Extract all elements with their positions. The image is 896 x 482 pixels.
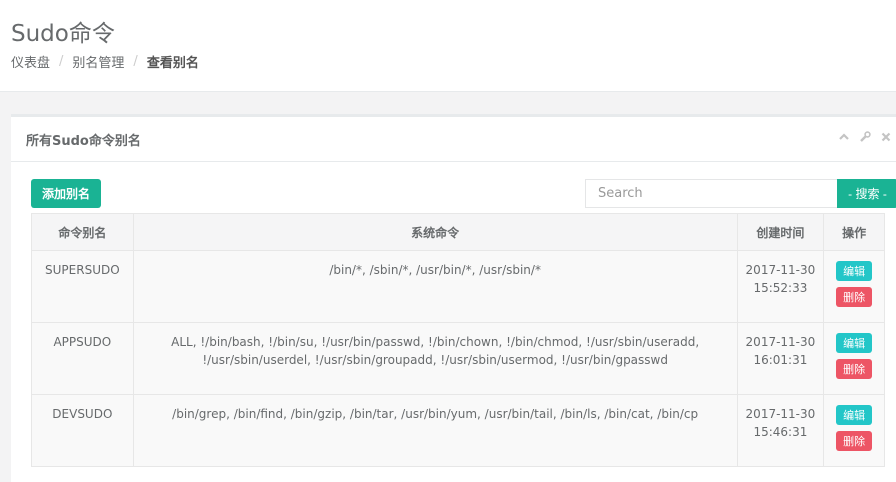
actions-cell: 编辑 删除: [823, 250, 885, 323]
delete-button[interactable]: 删除: [836, 359, 873, 379]
search-input[interactable]: [585, 179, 837, 208]
panel-tools: [837, 131, 892, 146]
actions-cell: 编辑 删除: [823, 394, 885, 467]
created-time: 15:46:31: [753, 425, 808, 439]
column-header-command[interactable]: 系统命令: [132, 213, 738, 251]
command-text-line1: ALL, !/bin/bash, !/bin/su, !/usr/bin/pas…: [171, 335, 700, 349]
edit-button[interactable]: 编辑: [836, 261, 873, 281]
close-icon[interactable]: [879, 131, 892, 146]
created-cell: 2017-11-30 15:52:33: [736, 250, 825, 323]
actions-cell: 编辑 删除: [823, 322, 885, 395]
created-time: 16:01:31: [753, 353, 808, 367]
command-cell: ALL, !/bin/bash, !/bin/su, !/usr/bin/pas…: [132, 322, 738, 395]
breadcrumb-item-alias-management[interactable]: 别名管理: [72, 52, 124, 71]
edit-button[interactable]: 编辑: [836, 405, 873, 425]
search-group: - 搜索 -: [585, 179, 896, 208]
breadcrumb-separator: /: [59, 54, 64, 69]
page-heading: Sudo命令 仪表盘 / 别名管理 / 查看别名: [0, 0, 896, 92]
command-text-line1: /bin/*, /sbin/*, /usr/bin/*, /usr/sbin/*: [329, 263, 541, 277]
chevron-up-icon[interactable]: [837, 131, 850, 146]
table-header-row: 命令别名 系统命令 创建时间 操作: [31, 213, 885, 251]
command-cell: /bin/grep, /bin/find, /bin/gzip, /bin/ta…: [132, 394, 738, 467]
panel-header: 所有Sudo命令别名: [11, 117, 896, 162]
created-time: 15:52:33: [753, 281, 808, 295]
alias-cell: SUPERSUDO: [31, 250, 134, 323]
add-alias-button[interactable]: 添加别名: [31, 179, 101, 208]
page-title: Sudo命令: [11, 21, 115, 47]
alias-cell: DEVSUDO: [31, 394, 134, 467]
edit-button[interactable]: 编辑: [836, 333, 873, 353]
column-header-alias[interactable]: 命令别名: [31, 213, 134, 251]
column-header-created[interactable]: 创建时间: [736, 213, 825, 251]
delete-button[interactable]: 删除: [836, 431, 873, 451]
command-text-line1: /bin/grep, /bin/find, /bin/gzip, /bin/ta…: [172, 407, 699, 421]
breadcrumb-separator: /: [133, 54, 138, 69]
breadcrumb-item-view-alias: 查看别名: [146, 56, 199, 71]
command-cell: /bin/*, /sbin/*, /usr/bin/*, /usr/sbin/*: [132, 250, 738, 323]
table-row: DEVSUDO /bin/grep, /bin/find, /bin/gzip,…: [31, 394, 885, 467]
alias-panel: 所有Sudo命令别名 添加别名 - 搜索 - 命令别名 系统命令 创建时间 操作: [11, 114, 896, 482]
created-date: 2017-11-30: [745, 263, 816, 277]
panel-title: 所有Sudo命令别名: [26, 134, 141, 149]
alias-cell: APPSUDO: [31, 322, 134, 395]
created-cell: 2017-11-30 15:46:31: [736, 394, 825, 467]
search-button[interactable]: - 搜索 -: [837, 179, 896, 208]
breadcrumb-item-dashboard[interactable]: 仪表盘: [11, 52, 50, 71]
wrench-icon[interactable]: [858, 131, 871, 146]
alias-table: 命令别名 系统命令 创建时间 操作 SUPERSUDO /bin/*, /sbi…: [31, 213, 885, 467]
breadcrumb: 仪表盘 / 别名管理 / 查看别名: [11, 52, 199, 71]
column-header-actions: 操作: [823, 213, 885, 251]
command-text-line2: !/usr/sbin/userdel, !/usr/sbin/groupadd,…: [202, 353, 668, 367]
table-row: SUPERSUDO /bin/*, /sbin/*, /usr/bin/*, /…: [31, 250, 885, 323]
table-row: APPSUDO ALL, !/bin/bash, !/bin/su, !/usr…: [31, 322, 885, 395]
created-cell: 2017-11-30 16:01:31: [736, 322, 825, 395]
created-date: 2017-11-30: [745, 407, 816, 421]
delete-button[interactable]: 删除: [836, 287, 873, 307]
created-date: 2017-11-30: [745, 335, 816, 349]
